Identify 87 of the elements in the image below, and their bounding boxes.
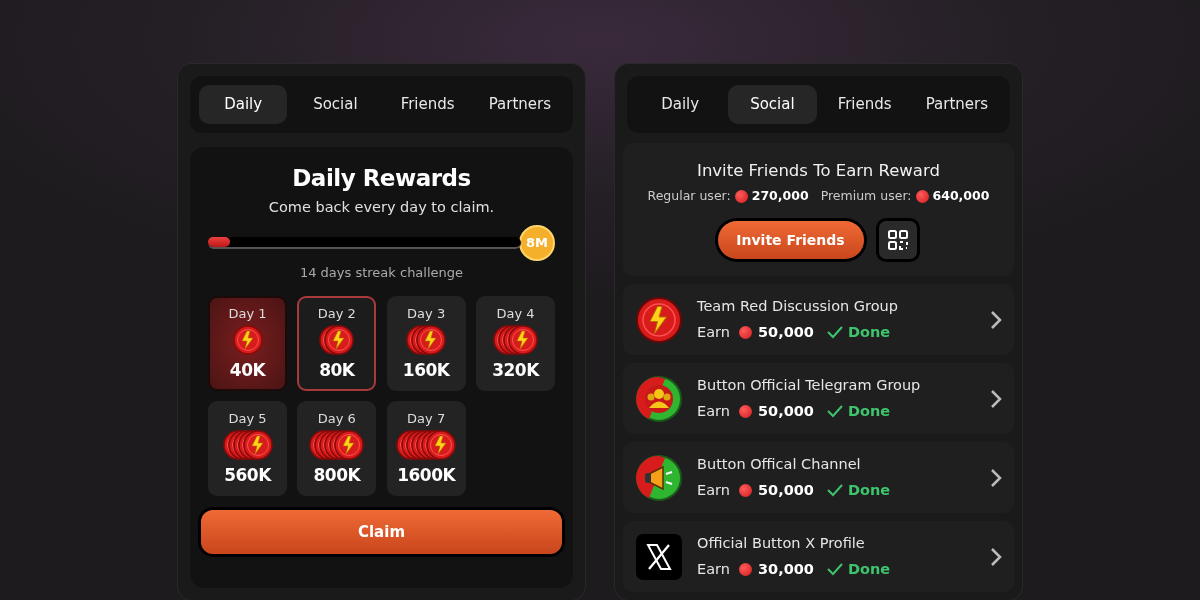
earn-label: Earn [697,559,730,579]
check-icon [825,483,844,498]
tab[interactable]: Social [291,85,380,124]
subtitle: Come back every day to claim. [268,198,495,217]
day-tile[interactable]: Day 1 40K [208,296,287,392]
day-tile[interactable]: Day 5 560K [208,401,287,497]
status-label: Done [847,480,891,500]
task-row[interactable]: Official Button X Profile Earn 30,000 Done [623,521,1014,592]
chevron-icon [990,309,1002,330]
invite-button[interactable]: Invite Friends [717,221,864,259]
coin-stack-icon [231,323,264,356]
reward-amount: 1600K [397,463,456,487]
coin-stack-icon [395,428,458,461]
group-icon [635,374,683,423]
status-label: Done [847,401,891,421]
claim-button[interactable]: Claim [201,510,562,555]
day-tile[interactable]: Day 2 80K [297,296,377,392]
chevron-icon [990,467,1002,488]
task-name: Official Button X Profile [697,533,866,553]
tab[interactable]: Daily [636,85,725,124]
coin-icon [738,483,752,497]
title: Daily Rewards [292,163,471,193]
reward-amount: 50,000 [757,480,814,500]
day-label: Day 4 [496,305,535,324]
reward-amount: 30,000 [757,559,814,579]
day-label: Day 7 [407,410,446,429]
reward-label: Regular user: [647,187,731,206]
check-icon [825,404,844,419]
reward-label: Premium user: [820,187,912,206]
coin-icon [738,562,752,576]
day-tile[interactable]: Day 3 160K [386,296,466,392]
tab[interactable]: Friends [820,85,909,124]
task-name: Button Offical Channel [697,454,862,474]
coin-stack-icon [318,323,356,356]
day-label: Day 5 [228,410,267,429]
earn-label: Earn [697,322,730,342]
day-label: Day 3 [407,305,446,324]
qr-code-icon [886,229,909,251]
reward-amount: 40K [229,358,266,382]
tab[interactable]: Partners [912,85,1001,124]
coin-icon [738,325,752,339]
reward-amount: 640,000 [932,187,990,206]
day-tile[interactable]: Day 4 320K [476,296,555,392]
bolt-coin-icon [635,295,683,344]
chevron-icon [990,546,1002,567]
day-tile[interactable]: Day 7 1600K [386,401,466,497]
check-icon [825,325,844,340]
day-tile[interactable]: Day 6 800K [297,401,377,497]
task-row[interactable]: Button Offical Channel Earn 50,000 Done [623,442,1014,513]
coin-stack-icon [308,428,366,461]
tab[interactable]: Friends [383,85,472,124]
earn-label: Earn [697,480,730,500]
chevron-icon [990,388,1002,409]
tab[interactable]: Social [728,85,817,124]
reward-amount: 800K [313,463,361,487]
tab[interactable]: Daily [199,85,288,124]
task-row[interactable]: Team Red Discussion Group Earn 50,000 Done [623,284,1014,355]
day-label: Day 2 [317,305,356,324]
reward-amount: 160K [402,358,450,382]
reward-amount: 50,000 [757,322,814,342]
coin-stack-icon [405,323,448,356]
task-name: Button Official Telegram Group [697,375,922,395]
check-icon [825,562,844,577]
coin-stack-icon [492,323,539,356]
reward-amount: 560K [224,463,271,487]
task-name: Team Red Discussion Group [697,296,899,316]
coin-icon [915,190,929,204]
reward-amount: 320K [492,358,539,382]
coin-icon [738,404,752,418]
qr-code-button[interactable] [875,218,920,262]
reward-amount: 270,000 [751,187,809,206]
reward-amount: 50,000 [757,401,814,421]
coin-icon [734,190,748,204]
day-label: Day 6 [317,410,356,429]
reward-amount: 80K [319,358,355,382]
invite-title: Invite Friends To Earn Reward [697,159,940,182]
earn-label: Earn [697,401,730,421]
coin-stack-icon [221,428,274,461]
day-label: Day 1 [228,305,267,324]
cross-logo-icon [635,532,683,581]
caption: 14 days streak challenge [299,263,464,282]
status-label: Done [847,322,891,342]
goal-badge: 8M [519,224,555,261]
status-label: Done [847,559,891,579]
tab[interactable]: Partners [475,85,564,124]
megaphone-icon [635,453,683,502]
task-row[interactable]: Button Official Telegram Group Earn 50,000 Done [623,363,1014,434]
